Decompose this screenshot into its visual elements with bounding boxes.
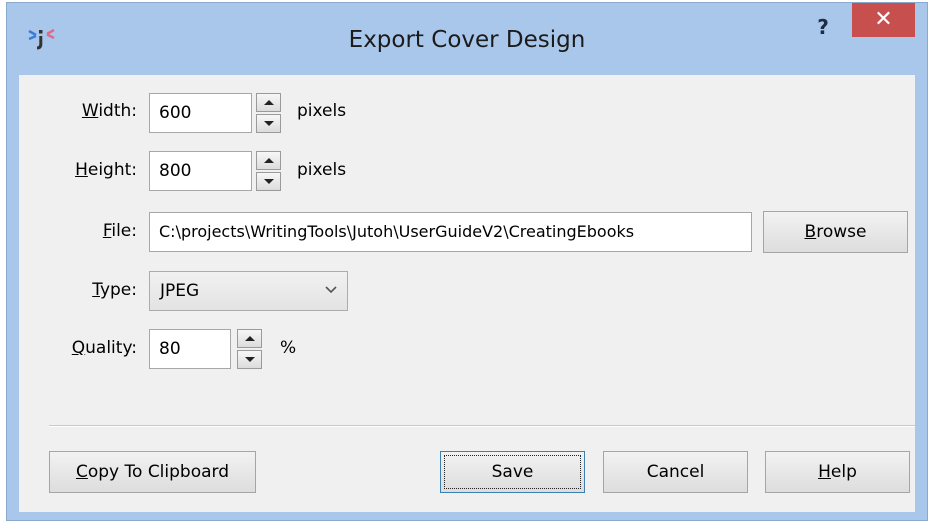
close-icon: ✕ bbox=[874, 7, 893, 32]
window-title: Export Cover Design bbox=[348, 27, 586, 53]
height-decrement-button[interactable] bbox=[256, 172, 281, 191]
height-input[interactable]: 800 bbox=[149, 151, 252, 191]
width-increment-button[interactable] bbox=[256, 93, 281, 112]
width-decrement-button[interactable] bbox=[256, 114, 281, 133]
file-label: File: bbox=[102, 221, 137, 241]
height-unit: pixels bbox=[297, 160, 347, 180]
arrow-up-icon bbox=[245, 336, 255, 341]
title-bar[interactable]: Export Cover Design ? ✕ bbox=[7, 3, 927, 77]
type-select-value: JPEG bbox=[160, 281, 200, 301]
focus-rectangle bbox=[444, 455, 581, 489]
dialog-window: Export Cover Design ? ✕ Width: 600 pixel… bbox=[6, 2, 928, 521]
quality-unit: % bbox=[280, 338, 297, 358]
width-unit: pixels bbox=[297, 101, 347, 121]
cancel-button[interactable]: Cancel bbox=[603, 451, 748, 493]
width-spinner[interactable] bbox=[256, 93, 281, 133]
width-label: Width: bbox=[81, 101, 137, 121]
quality-input[interactable]: 80 bbox=[149, 329, 231, 369]
close-button[interactable]: ✕ bbox=[852, 3, 915, 37]
quality-increment-button[interactable] bbox=[237, 329, 262, 348]
type-label: Type: bbox=[92, 280, 137, 300]
save-button[interactable]: Save bbox=[440, 451, 585, 493]
height-increment-button[interactable] bbox=[256, 151, 281, 170]
height-spinner[interactable] bbox=[256, 151, 281, 191]
dialog-content: Width: 600 pixels Height: 800 pixels Fil… bbox=[19, 75, 915, 512]
arrow-up-icon bbox=[264, 100, 274, 105]
file-path-input[interactable]: C:\projects\WritingTools\Jutoh\UserGuide… bbox=[149, 212, 752, 252]
help-icon[interactable]: ? bbox=[805, 9, 841, 45]
arrow-up-icon bbox=[264, 158, 274, 163]
arrow-down-icon bbox=[264, 179, 274, 184]
chevron-down-icon bbox=[325, 286, 337, 294]
type-select[interactable]: JPEG bbox=[149, 271, 348, 311]
arrow-down-icon bbox=[245, 357, 255, 362]
arrow-down-icon bbox=[264, 121, 274, 126]
width-input[interactable]: 600 bbox=[149, 93, 252, 133]
height-label: Height: bbox=[75, 160, 137, 180]
quality-label: Quality: bbox=[71, 338, 137, 358]
quality-spinner[interactable] bbox=[237, 329, 262, 369]
copy-to-clipboard-button[interactable]: Copy To Clipboard bbox=[49, 451, 256, 493]
separator bbox=[49, 425, 915, 427]
quality-decrement-button[interactable] bbox=[237, 350, 262, 369]
help-button[interactable]: Help bbox=[765, 451, 910, 493]
browse-button[interactable]: Browse bbox=[763, 211, 908, 253]
